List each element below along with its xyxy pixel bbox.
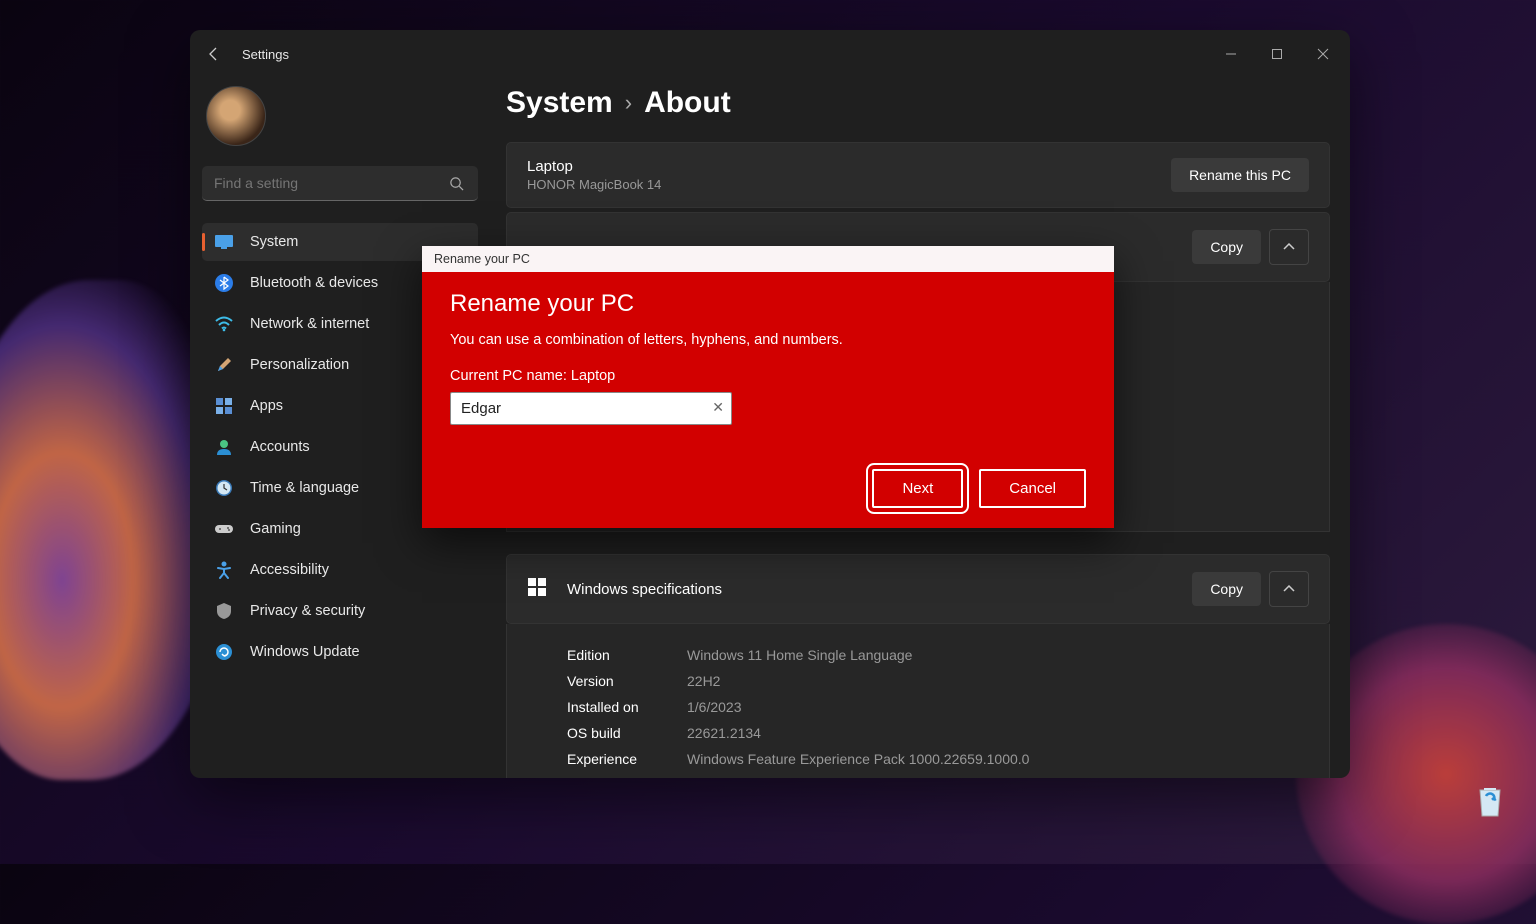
sidebar-item-label: Bluetooth & devices <box>250 275 378 291</box>
sidebar-item-label: Privacy & security <box>250 603 365 619</box>
dialog-titlebar: Rename your PC <box>422 246 1114 272</box>
cancel-button[interactable]: Cancel <box>979 469 1086 508</box>
pc-name-input[interactable] <box>450 392 732 425</box>
pc-info-card: Laptop HONOR MagicBook 14 Rename this PC <box>506 142 1330 208</box>
spec-row: OS build22621.2134 <box>567 720 1269 746</box>
back-button[interactable] <box>194 34 234 74</box>
sidebar-item-accessibility[interactable]: Accessibility <box>202 551 478 589</box>
shield-icon <box>214 601 234 621</box>
rename-pc-button[interactable]: Rename this PC <box>1171 158 1309 192</box>
chevron-up-icon[interactable] <box>1269 229 1309 265</box>
sidebar-item-label: Windows Update <box>250 644 360 660</box>
close-button[interactable] <box>1300 34 1346 74</box>
accounts-icon <box>214 437 234 457</box>
copy-button[interactable]: Copy <box>1192 572 1261 606</box>
wifi-icon <box>214 314 234 334</box>
apps-icon <box>214 396 234 416</box>
update-icon <box>214 642 234 662</box>
sidebar-item-update[interactable]: Windows Update <box>202 633 478 671</box>
sidebar-item-label: Gaming <box>250 521 301 537</box>
bluetooth-icon <box>214 273 234 293</box>
sidebar-item-label: Apps <box>250 398 283 414</box>
windows-spec-title: Windows specifications <box>567 581 722 598</box>
sidebar-item-label: Time & language <box>250 480 359 496</box>
search-icon <box>449 176 464 196</box>
spec-row: Version22H2 <box>567 668 1269 694</box>
pc-model: HONOR MagicBook 14 <box>527 177 661 192</box>
clock-icon <box>214 478 234 498</box>
breadcrumb: System › About <box>506 86 1330 120</box>
sidebar-item-label: Accounts <box>250 439 310 455</box>
paintbrush-icon <box>214 355 234 375</box>
sidebar-item-label: Accessibility <box>250 562 329 578</box>
spec-row: ExperienceWindows Feature Experience Pac… <box>567 746 1269 772</box>
sidebar-item-label: Network & internet <box>250 316 369 332</box>
pc-name: Laptop <box>527 158 661 175</box>
breadcrumb-parent[interactable]: System <box>506 86 613 120</box>
sidebar-item-label: System <box>250 234 298 250</box>
maximize-button[interactable] <box>1254 34 1300 74</box>
accessibility-icon <box>214 560 234 580</box>
titlebar: Settings <box>190 30 1350 78</box>
sidebar-item-label: Personalization <box>250 357 349 373</box>
user-avatar[interactable] <box>206 86 266 146</box>
system-icon <box>214 232 234 252</box>
windows-spec-header[interactable]: Windows specifications Copy <box>506 554 1330 624</box>
windows-spec-body: EditionWindows 11 Home Single Language V… <box>506 624 1330 778</box>
clear-input-icon[interactable]: ✕ <box>712 399 724 416</box>
breadcrumb-current: About <box>644 86 731 120</box>
breadcrumb-separator: › <box>625 90 632 116</box>
minimize-button[interactable] <box>1208 34 1254 74</box>
next-button[interactable]: Next <box>872 469 963 508</box>
window-title: Settings <box>242 47 289 62</box>
copy-button[interactable]: Copy <box>1192 230 1261 264</box>
dialog-description: You can use a combination of letters, hy… <box>450 332 1086 348</box>
search-input[interactable] <box>202 166 478 201</box>
rename-pc-dialog: Rename your PC Rename your PC You can us… <box>422 246 1114 528</box>
dialog-heading: Rename your PC <box>450 290 1086 318</box>
dialog-current-name: Current PC name: Laptop <box>450 368 1086 384</box>
sidebar-item-privacy[interactable]: Privacy & security <box>202 592 478 630</box>
gaming-icon <box>214 519 234 539</box>
chevron-up-icon[interactable] <box>1269 571 1309 607</box>
spec-row: Installed on1/6/2023 <box>567 694 1269 720</box>
spec-row: EditionWindows 11 Home Single Language <box>567 642 1269 668</box>
recycle-bin-icon[interactable] <box>1468 778 1512 822</box>
windows-icon <box>527 577 547 602</box>
